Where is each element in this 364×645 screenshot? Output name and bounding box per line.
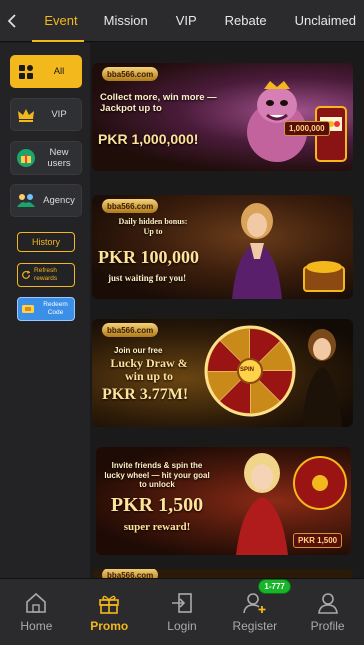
wheel-spin-label: SPIN <box>240 367 255 373</box>
brand-logo: bba566.com <box>102 199 159 213</box>
profile-icon <box>317 592 338 614</box>
promo-banner-jackpot[interactable]: bba566.com Collect more, win more — Jack… <box>92 63 353 171</box>
tab-rebate[interactable]: Rebate <box>211 0 281 42</box>
promo-banner-partial[interactable]: bba566.com <box>92 569 353 578</box>
banner-intro: Join our free <box>114 346 163 355</box>
home-icon <box>26 592 47 613</box>
jackpot-chip: 1,000,000 <box>284 121 330 136</box>
nav-label: Register <box>232 618 278 633</box>
nav-label: Login <box>167 618 197 633</box>
sidebar-item-new-users[interactable]: New users <box>10 141 82 175</box>
banner-subline: just waiting for you! <box>108 273 187 283</box>
sidebar-item-label: Agency <box>43 195 75 206</box>
register-bonus-badge: 1-777 <box>258 579 291 594</box>
sidebar-item-vip[interactable]: VIP <box>10 98 82 131</box>
brand-logo: bba566.com <box>102 67 159 81</box>
hostess-illustration <box>302 329 342 427</box>
nav-login[interactable]: Login <box>146 579 219 645</box>
banner-amount: PKR 1,000,000! <box>98 131 199 147</box>
gift-icon <box>15 147 37 169</box>
brand-logo: bba566.com <box>102 569 159 578</box>
sidebar-item-label: New users <box>47 147 71 169</box>
banner-headline: Invite friends & spin the lucky wheel — … <box>104 461 210 489</box>
promo-banner-hidden-bonus[interactable]: bba566.com Daily hidden bonus: Up to PKR… <box>92 195 353 299</box>
coupon-icon <box>22 305 34 313</box>
tab-mission[interactable]: Mission <box>92 0 162 42</box>
register-icon <box>242 592 266 613</box>
tab-vip[interactable]: VIP <box>162 0 211 42</box>
nav-register[interactable]: 1-777 Register <box>218 579 291 645</box>
tab-event[interactable]: Event <box>24 0 91 42</box>
nav-label: Promo <box>90 618 129 633</box>
banner-amount: PKR 1,500 <box>110 494 204 516</box>
history-button[interactable]: History <box>17 232 75 252</box>
handshake-icon <box>15 190 37 212</box>
lucky-wheel-illustration <box>293 456 347 510</box>
nav-label: Profile <box>310 618 345 633</box>
banner-amount: PKR 100,000 <box>98 247 199 267</box>
crown-icon <box>15 104 37 126</box>
banner-amount: PKR 3.77M! <box>102 386 189 403</box>
gift-icon <box>99 595 119 614</box>
nav-promo[interactable]: Promo <box>73 579 146 645</box>
grid-icon <box>15 61 37 83</box>
promo-banner-lucky-draw[interactable]: bba566.com Join our free Lucky Draw & wi… <box>92 319 353 427</box>
gold-chest-illustration <box>303 261 345 292</box>
category-sidebar: All VIP New users Agency History Refresh… <box>0 43 90 578</box>
banner-headline: Daily hidden bonus: Up to <box>118 217 188 236</box>
banner-headline: Lucky Draw & win up to <box>110 356 188 383</box>
hostess-illustration <box>232 203 282 299</box>
brand-logo: bba566.com <box>102 323 159 337</box>
tab-unclaimed[interactable]: Unclaimed <box>281 0 364 42</box>
redeem-code-button[interactable]: Redeem Code <box>17 297 75 321</box>
chevron-left-icon <box>7 13 16 28</box>
sidebar-item-label: All <box>53 66 65 77</box>
promo-page: Event Mission VIP Rebate Unclaimed All V… <box>0 0 364 645</box>
bottom-navigation: Home Promo Login 1-777 Register Profile <box>0 578 364 645</box>
refresh-rewards-button[interactable]: Refresh rewards <box>17 263 75 287</box>
promo-banner-invite-friends[interactable]: Invite friends & spin the lucky wheel — … <box>96 447 351 555</box>
nav-home[interactable]: Home <box>0 579 73 645</box>
sidebar-item-label: VIP <box>51 109 67 120</box>
back-button[interactable] <box>0 0 24 42</box>
login-icon <box>171 592 192 613</box>
sidebar-item-agency[interactable]: Agency <box>10 184 82 217</box>
refresh-icon <box>22 270 31 279</box>
promo-tabs: Event Mission VIP Rebate Unclaimed <box>24 0 364 42</box>
promo-banner-list: bba566.com Collect more, win more — Jack… <box>92 43 364 578</box>
nav-label: Home <box>20 618 53 633</box>
banner-headline: Collect more, win more — Jackpot up to <box>100 92 217 114</box>
sidebar-item-all[interactable]: All <box>10 55 82 88</box>
refresh-rewards-label: Refresh rewards <box>34 267 58 282</box>
redeem-code-label: Redeem Code <box>43 301 68 316</box>
banner-subline: super reward! <box>123 521 191 533</box>
nav-profile[interactable]: Profile <box>291 579 364 645</box>
top-tab-bar: Event Mission VIP Rebate Unclaimed <box>0 0 364 42</box>
reward-chip: PKR 1,500 <box>293 533 343 548</box>
